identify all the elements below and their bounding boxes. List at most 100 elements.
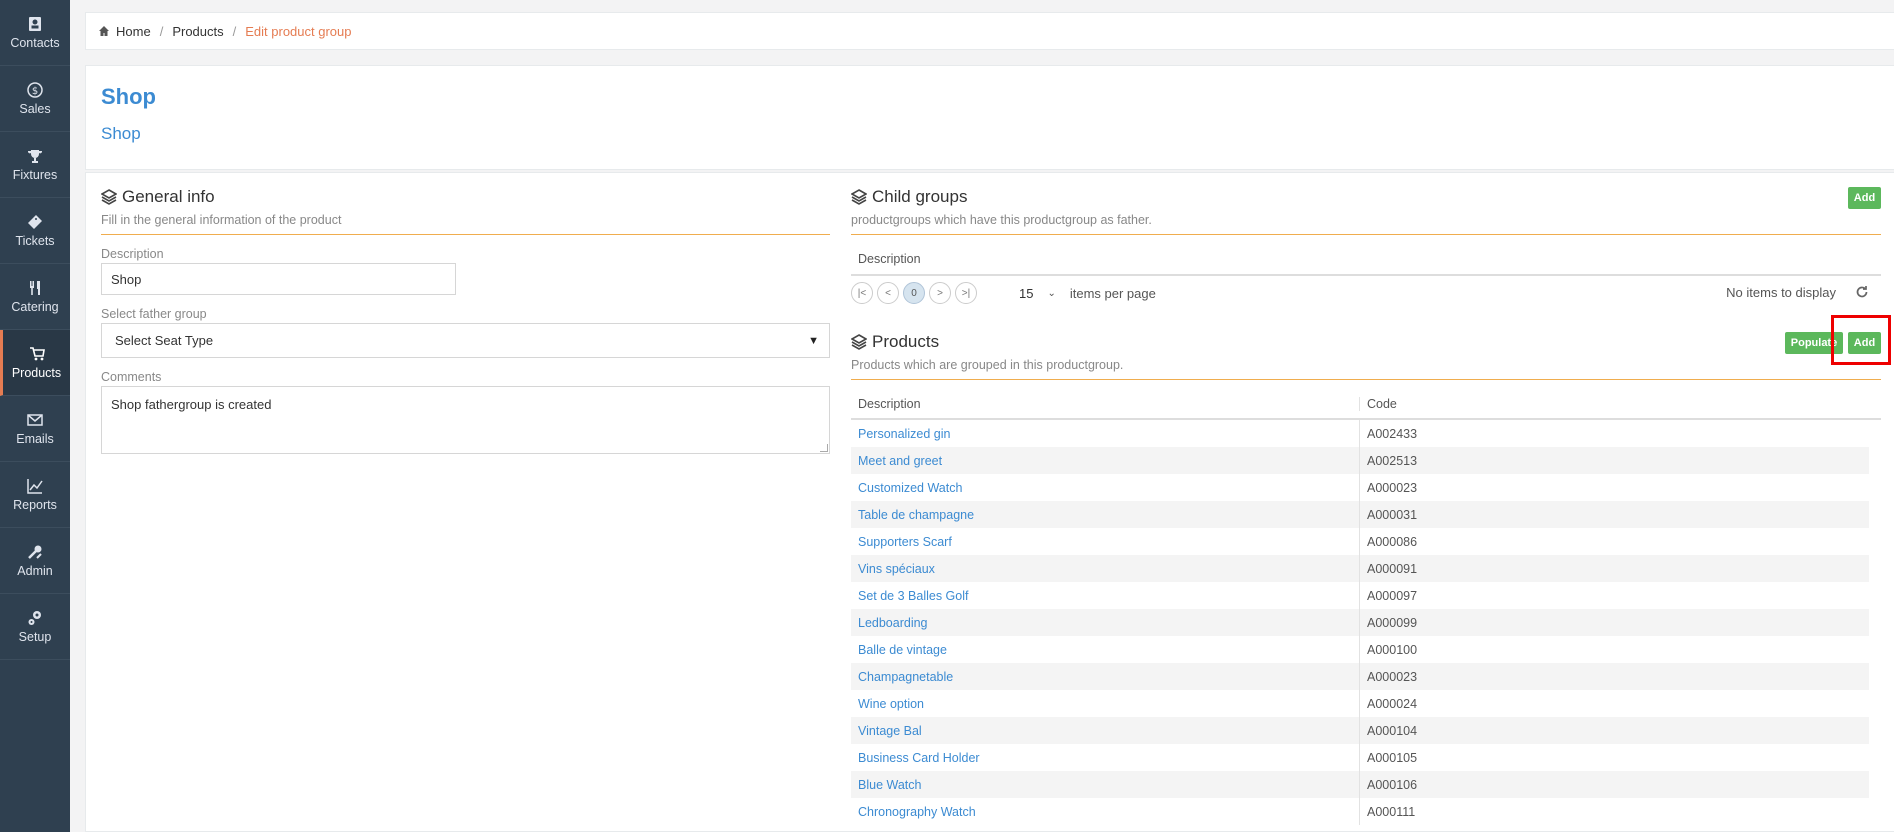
resize-handle-icon[interactable] <box>820 444 828 452</box>
father-group-label: Select father group <box>101 307 207 321</box>
right-column: Child groups Add productgroups which hav… <box>851 187 1891 825</box>
product-link[interactable]: Champagnetable <box>851 663 1360 690</box>
divider <box>101 234 830 235</box>
chevron-down-icon: ⌄ <box>1047 287 1056 299</box>
contacts-icon <box>26 16 44 32</box>
divider <box>851 379 1881 380</box>
product-code: A000023 <box>1367 669 1418 684</box>
pager: |< < 0 > >| 15 ⌄ items per page No items… <box>851 276 1881 310</box>
products-title-text: Products <box>872 332 940 351</box>
product-link[interactable]: Supporters Scarf <box>851 528 1360 555</box>
product-code: A000091 <box>1367 561 1418 576</box>
product-link[interactable]: Vins spéciaux <box>851 555 1360 582</box>
page-title: Shop <box>101 84 156 109</box>
product-link[interactable]: Business Card Holder <box>851 744 1360 771</box>
product-code: A000097 <box>1367 588 1418 603</box>
product-link[interactable]: Table de champagne <box>851 501 1360 528</box>
table-row: Table de champagne A000031 <box>851 501 1869 528</box>
table-row: Meet and greet A002513 <box>851 447 1869 474</box>
prev-page-icon[interactable]: < <box>877 282 899 304</box>
layers-icon <box>851 189 867 205</box>
product-link[interactable]: Meet and greet <box>851 447 1360 474</box>
cogs-icon <box>26 610 44 626</box>
sidebar-item-label: Setup <box>18 629 52 644</box>
items-per-page-label: items per page <box>1069 285 1156 301</box>
father-group-value: Select Seat Type <box>115 333 214 348</box>
sidebar-item-label: Fixtures <box>12 167 58 182</box>
column-header-description[interactable]: Description <box>858 252 921 266</box>
divider <box>851 234 1881 235</box>
product-link[interactable]: Ledboarding <box>851 609 1360 636</box>
comments-value: Shop fathergroup is created <box>111 397 272 412</box>
sidebar-item-setup[interactable]: Setup <box>0 594 70 660</box>
table-row: Supporters Scarf A000086 <box>851 528 1869 555</box>
product-link[interactable]: Blue Watch <box>851 771 1360 798</box>
sidebar-item-label: Sales <box>19 101 51 116</box>
table-row: Chronography Watch A000111 <box>851 798 1869 825</box>
child-groups-title-text: Child groups <box>872 187 968 206</box>
page-header: Shop Shop <box>85 65 1894 170</box>
sidebar-item-label: Emails <box>16 431 54 446</box>
breadcrumb: Home / Products / Edit product group <box>85 12 1894 50</box>
refresh-icon[interactable] <box>1855 285 1869 299</box>
sidebar-item-catering[interactable]: Catering <box>0 264 70 330</box>
sidebar-item-fixtures[interactable]: Fixtures <box>0 132 70 198</box>
father-group-select[interactable]: Select Seat Type ▼ <box>101 323 830 358</box>
no-items-label: No items to display <box>1726 285 1836 300</box>
layers-icon <box>851 334 867 350</box>
column-header-description[interactable]: Description <box>851 397 1360 411</box>
populate-button[interactable]: Populate <box>1785 332 1843 354</box>
product-code: A000099 <box>1367 615 1418 630</box>
breadcrumb-home[interactable]: Home <box>116 24 151 39</box>
product-code: A000031 <box>1367 507 1418 522</box>
page-subtitle: Shop <box>101 124 141 143</box>
description-input[interactable]: Shop <box>101 263 456 295</box>
breadcrumb-products[interactable]: Products <box>172 24 223 39</box>
main-panel: General info Fill in the general informa… <box>85 172 1894 832</box>
envelope-icon <box>26 412 44 428</box>
comments-textarea[interactable]: Shop fathergroup is created <box>101 386 830 454</box>
table-row: Vins spéciaux A000091 <box>851 555 1869 582</box>
sidebar-item-reports[interactable]: Reports <box>0 462 70 528</box>
sidebar-item-label: Tickets <box>15 233 55 248</box>
caret-down-icon: ▼ <box>808 334 819 347</box>
cutlery-icon <box>26 280 44 296</box>
sidebar-item-products[interactable]: Products <box>0 330 70 396</box>
product-link[interactable]: Vintage Bal <box>851 717 1360 744</box>
page-size-select[interactable]: 15 ⌄ <box>1019 286 1056 301</box>
sidebar-item-admin[interactable]: Admin <box>0 528 70 594</box>
product-link[interactable]: Balle de vintage <box>851 636 1360 663</box>
product-link[interactable]: Chronography Watch <box>851 798 1360 825</box>
next-page-icon[interactable]: > <box>929 282 951 304</box>
products-subtitle: Products which are grouped in this produ… <box>851 358 1124 372</box>
cart-icon <box>28 346 46 362</box>
product-link[interactable]: Customized Watch <box>851 474 1360 501</box>
child-groups-add-button[interactable]: Add <box>1848 187 1881 209</box>
sidebar-item-label: Reports <box>13 497 57 512</box>
product-link[interactable]: Personalized gin <box>851 420 1360 447</box>
sidebar-item-contacts[interactable]: Contacts <box>0 0 70 66</box>
table-row: Business Card Holder A000105 <box>851 744 1869 771</box>
general-info-title-text: General info <box>122 187 215 206</box>
general-info-section: General info Fill in the general informa… <box>101 187 830 454</box>
current-page[interactable]: 0 <box>903 282 925 304</box>
product-code: A000106 <box>1367 777 1418 792</box>
sidebar-item-tickets[interactable]: Tickets <box>0 198 70 264</box>
comments-label: Comments <box>101 370 162 384</box>
product-code: A000023 <box>1367 480 1418 495</box>
products-table-body: Personalized gin A002433 Meet and greet A0… <box>851 420 1881 825</box>
products-add-button[interactable]: Add <box>1848 332 1881 354</box>
product-link[interactable]: Set de 3 Balles Golf <box>851 582 1360 609</box>
table-row: Wine option A000024 <box>851 690 1869 717</box>
last-page-icon[interactable]: >| <box>955 282 977 304</box>
first-page-icon[interactable]: |< <box>851 282 873 304</box>
column-header-code[interactable]: Code <box>1360 397 1397 411</box>
sidebar-item-emails[interactable]: Emails <box>0 396 70 462</box>
child-groups-subtitle: productgroups which have this productgro… <box>851 213 1152 227</box>
sidebar-item-sales[interactable]: $ Sales <box>0 66 70 132</box>
product-code: A000105 <box>1367 750 1418 765</box>
table-row: Customized Watch A000023 <box>851 474 1869 501</box>
products-table-header: Description Code <box>851 390 1881 420</box>
product-link[interactable]: Wine option <box>851 690 1360 717</box>
dollar-icon: $ <box>26 81 44 98</box>
